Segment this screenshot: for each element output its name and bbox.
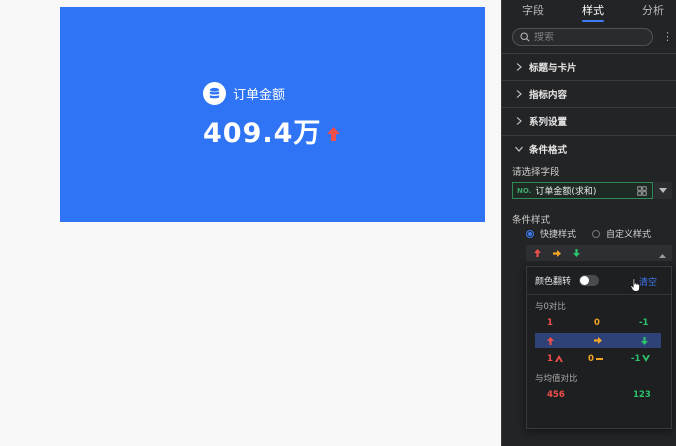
section-label: 标题与卡片	[529, 62, 577, 74]
card-header: 订单金额	[203, 81, 285, 105]
triangle-down-icon	[642, 355, 651, 362]
section-title-card[interactable]: 标题与卡片	[502, 53, 676, 79]
link-icon[interactable]	[637, 186, 647, 196]
arrow-style-preview	[534, 249, 580, 257]
number-zero: 0	[594, 317, 600, 328]
section-series-settings[interactable]: 系列设置	[502, 107, 676, 133]
chevron-right-icon	[515, 116, 523, 125]
chevron-right-icon	[515, 89, 523, 98]
panel-tabs: 字段 样式 分析	[502, 0, 676, 24]
chevron-down-icon	[515, 145, 523, 153]
arrow-down-icon	[573, 249, 580, 257]
radio-quick-label[interactable]: 快捷样式	[540, 227, 576, 240]
condition-style-label: 条件样式	[512, 215, 551, 226]
popover-header: 颜色翻转 清空	[527, 267, 671, 295]
caret-down-icon	[659, 188, 667, 193]
dash-icon	[595, 357, 603, 360]
tab-style[interactable]: 样式	[582, 2, 604, 18]
compare-average-label: 与均值对比	[535, 374, 578, 384]
card-title: 订单金额	[233, 87, 286, 103]
triangle-down-value: -1	[631, 353, 651, 364]
more-options-icon[interactable]: ⋮	[662, 30, 673, 44]
arrow-down-icon	[641, 336, 648, 345]
section-label: 条件格式	[529, 144, 568, 156]
triangle-up-number: 1	[547, 353, 553, 364]
field-selector[interactable]: NO. 订单金额(求和)	[512, 182, 653, 199]
style-option-arrows[interactable]	[535, 333, 661, 348]
color-reverse-toggle[interactable]	[579, 275, 600, 286]
numeric-field-icon: NO.	[517, 186, 532, 195]
card-value-row: 409.4万	[203, 111, 341, 150]
field-select-label: 请选择字段	[512, 167, 560, 178]
radio-quick-style[interactable]	[526, 229, 534, 238]
caret-up-icon	[659, 250, 666, 261]
chevron-right-icon	[515, 62, 523, 71]
hand-cursor-icon	[630, 278, 641, 295]
metric-value: 409.4万	[203, 118, 322, 149]
section-label: 指标内容	[529, 89, 568, 101]
field-value: 订单金额(求和)	[535, 187, 597, 197]
compare-zero-label: 与0对比	[535, 302, 566, 312]
style-option-triangles[interactable]: 1 0 -1	[535, 351, 661, 366]
quick-style-picker[interactable]	[526, 245, 672, 261]
style-options-popover: 颜色翻转 清空 与0对比 1 0 -1 1 0 -1 与均值对比 456 123	[526, 266, 672, 429]
number-positive: 1	[547, 317, 553, 328]
radio-custom-style[interactable]	[592, 229, 601, 238]
dash-value: 0	[588, 354, 603, 364]
search-input[interactable]	[534, 31, 644, 43]
active-tab-indicator	[582, 20, 604, 22]
above-average-value: 456	[547, 389, 565, 400]
section-metric-content[interactable]: 指标内容	[502, 80, 676, 106]
style-option-numbers[interactable]: 1 0 -1	[535, 315, 661, 330]
color-reverse-label: 颜色翻转	[535, 277, 572, 287]
triangle-up-icon	[554, 355, 563, 362]
section-conditional-format[interactable]: 条件格式	[502, 135, 676, 161]
number-negative: -1	[639, 317, 649, 328]
trend-up-icon	[327, 126, 341, 141]
search-box[interactable]	[512, 28, 653, 46]
triangle-down-number: -1	[631, 353, 641, 364]
database-icon	[203, 81, 226, 105]
section-label: 系列设置	[529, 116, 568, 128]
style-option-average[interactable]: 456 123	[535, 387, 661, 402]
search-icon	[520, 32, 530, 42]
arrow-right-icon	[553, 249, 561, 257]
arrow-right-icon	[594, 337, 602, 344]
tab-analysis[interactable]: 分析	[642, 2, 664, 18]
triangle-up-value: 1	[547, 354, 563, 364]
clear-link[interactable]: 清空	[639, 275, 657, 288]
dash-number: 0	[588, 353, 594, 364]
arrow-up-icon	[534, 249, 541, 257]
arrow-up-icon	[547, 336, 554, 345]
metric-card[interactable]: 订单金额 409.4万	[60, 7, 485, 222]
tab-fields[interactable]: 字段	[522, 2, 544, 18]
style-radio-group: 快捷样式 自定义样式	[526, 227, 651, 240]
radio-custom-label[interactable]: 自定义样式	[606, 227, 651, 240]
below-average-value: 123	[633, 389, 651, 400]
field-dropdown-button[interactable]	[654, 182, 672, 199]
